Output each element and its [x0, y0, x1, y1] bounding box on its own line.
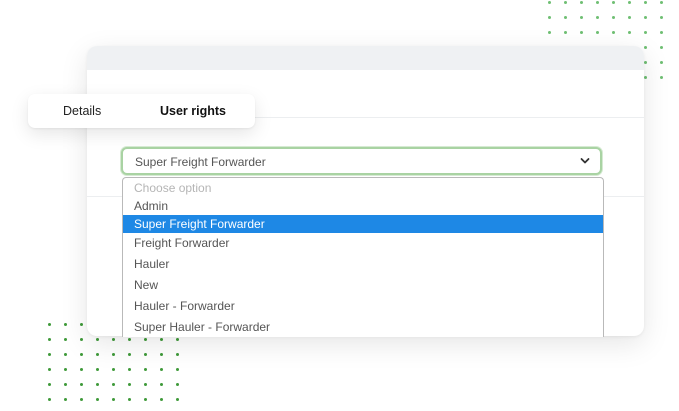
decorative-dot	[96, 398, 99, 401]
decorative-dot	[144, 368, 147, 371]
option-freight-forwarder[interactable]: Freight Forwarder	[123, 234, 603, 252]
option-admin[interactable]: Admin	[123, 197, 603, 215]
option-hauler[interactable]: Hauler	[123, 255, 603, 273]
role-select-value: Super Freight Forwarder	[135, 155, 266, 169]
option-choose[interactable]: Choose option	[123, 179, 603, 197]
decorative-dot	[596, 1, 599, 4]
chevron-down-icon	[580, 158, 590, 164]
panel-header-bar	[87, 46, 644, 70]
decorative-dot	[112, 368, 115, 371]
decorative-dot	[176, 353, 179, 356]
decorative-dot	[48, 368, 51, 371]
decorative-dot	[612, 1, 615, 4]
decorative-dot	[96, 383, 99, 386]
decorative-dot	[128, 368, 131, 371]
decorative-dot	[564, 16, 567, 19]
decorative-dot	[176, 398, 179, 401]
decorative-dot	[48, 353, 51, 356]
decorative-dot	[80, 338, 83, 341]
decorative-dot	[564, 31, 567, 34]
decorative-dot	[580, 31, 583, 34]
decorative-dot	[80, 353, 83, 356]
decorative-dot	[176, 338, 179, 341]
decorative-dot	[644, 46, 647, 49]
decorative-dot	[596, 16, 599, 19]
decorative-dot	[548, 16, 551, 19]
decorative-dot	[644, 61, 647, 64]
decorative-dot	[660, 61, 663, 64]
decorative-dot	[64, 353, 67, 356]
decorative-dot	[112, 338, 115, 341]
decorative-dot	[48, 398, 51, 401]
decorative-dot	[660, 76, 663, 79]
decorative-dot	[628, 1, 631, 4]
decorative-dot	[176, 383, 179, 386]
tab-user-rights[interactable]: User rights	[160, 104, 226, 118]
decorative-dot	[80, 368, 83, 371]
decorative-dot	[548, 1, 551, 4]
decorative-dot	[128, 338, 131, 341]
decorative-dot	[80, 323, 83, 326]
decorative-dot	[64, 338, 67, 341]
decorative-dot	[160, 353, 163, 356]
tab-bar: Details User rights	[28, 94, 255, 128]
decorative-dot	[48, 323, 51, 326]
decorative-dot	[112, 353, 115, 356]
decorative-dot	[176, 368, 179, 371]
option-super-freight-forwarder[interactable]: Super Freight Forwarder	[123, 215, 603, 233]
decorative-dot	[644, 1, 647, 4]
decorative-dot	[612, 16, 615, 19]
decorative-dot	[128, 353, 131, 356]
decorative-dot	[64, 323, 67, 326]
decorative-dot	[660, 16, 663, 19]
decorative-dot	[660, 1, 663, 4]
decorative-dot	[644, 31, 647, 34]
decorative-dot	[80, 383, 83, 386]
decorative-dot	[160, 338, 163, 341]
decorative-dot	[144, 398, 147, 401]
decorative-dot	[580, 16, 583, 19]
decorative-dot	[660, 46, 663, 49]
decorative-dot	[96, 338, 99, 341]
decorative-dot	[564, 1, 567, 4]
decorative-dot	[144, 338, 147, 341]
decorative-dot	[48, 338, 51, 341]
decorative-dot	[160, 368, 163, 371]
decorative-dot	[96, 353, 99, 356]
decorative-dot	[628, 31, 631, 34]
decorative-dot	[128, 383, 131, 386]
role-options-list: Choose option Admin Super Freight Forwar…	[122, 177, 604, 337]
decorative-dot	[112, 383, 115, 386]
decorative-dot	[144, 383, 147, 386]
decorative-dot	[644, 76, 647, 79]
option-hauler-forwarder[interactable]: Hauler - Forwarder	[123, 297, 603, 315]
option-new[interactable]: New	[123, 276, 603, 294]
tab-details[interactable]: Details	[63, 104, 101, 118]
role-select[interactable]: Super Freight Forwarder	[121, 147, 602, 175]
decorative-dot	[128, 398, 131, 401]
option-super-hauler-forwarder[interactable]: Super Hauler - Forwarder	[123, 318, 603, 336]
decorative-dot	[628, 16, 631, 19]
decorative-dot	[112, 398, 115, 401]
decorative-dot	[612, 31, 615, 34]
decorative-dot	[548, 31, 551, 34]
decorative-dot	[160, 398, 163, 401]
decorative-dot	[644, 16, 647, 19]
decorative-dot	[64, 383, 67, 386]
decorative-dot	[96, 368, 99, 371]
decorative-dot	[48, 383, 51, 386]
decorative-dot	[660, 31, 663, 34]
decorative-dot	[80, 398, 83, 401]
decorative-dot	[64, 368, 67, 371]
decorative-dot	[596, 31, 599, 34]
decorative-dot	[160, 383, 163, 386]
decorative-dot	[64, 398, 67, 401]
decorative-dot	[144, 353, 147, 356]
decorative-dot	[580, 1, 583, 4]
